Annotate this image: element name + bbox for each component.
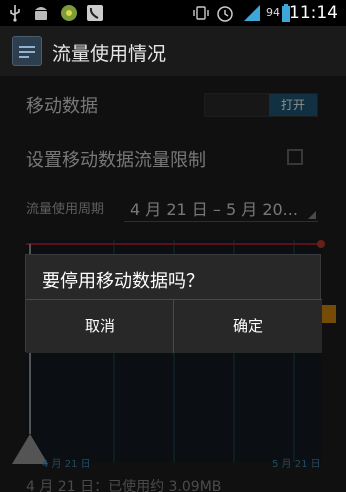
disable-mobile-data-dialog: 要停用移动数据吗？ 取消 确定 — [25, 254, 322, 353]
status-bar: 94 11:14 — [0, 0, 346, 26]
cancel-button[interactable]: 取消 — [26, 300, 174, 353]
vibrate-icon — [193, 6, 209, 20]
alarm-icon — [217, 6, 233, 22]
phone-notification-icon — [87, 5, 103, 21]
action-bar: 流量使用情况 — [0, 26, 346, 76]
page-title: 流量使用情况 — [52, 43, 167, 65]
battery-percent: 94 — [266, 6, 280, 19]
clock: 11:14 — [289, 3, 338, 23]
confirm-button[interactable]: 确定 — [174, 300, 322, 353]
usb-icon — [10, 5, 20, 22]
dialog-title: 要停用移动数据吗？ — [42, 271, 204, 292]
android-icon — [35, 7, 47, 20]
app-notification-icon — [61, 5, 77, 21]
data-usage-app-icon[interactable] — [12, 36, 42, 66]
signal-icon — [244, 5, 260, 21]
